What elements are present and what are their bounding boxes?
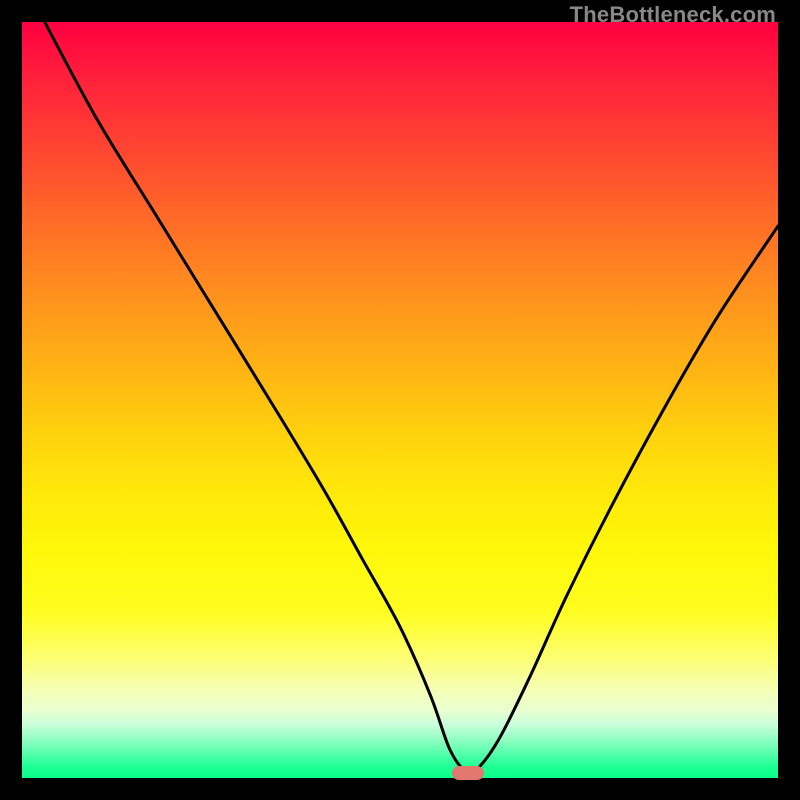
optimal-point-marker [452, 766, 484, 780]
chart-curve-svg [22, 22, 778, 778]
chart-frame [22, 22, 778, 778]
bottleneck-curve-line [45, 22, 778, 774]
